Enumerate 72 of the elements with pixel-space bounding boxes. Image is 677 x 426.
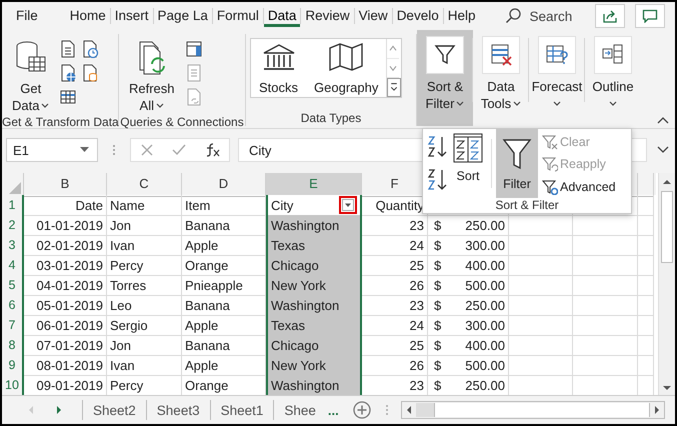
table-cell: 05-01-2019 <box>36 298 103 312</box>
table-cell: 24 <box>410 238 424 252</box>
table-cell: Date <box>76 198 103 212</box>
table-cell: 500.00 <box>465 358 505 372</box>
table-cell: Banana <box>185 338 230 352</box>
table-cell: 26 <box>410 358 424 372</box>
table-cell: 09-01-2019 <box>36 378 103 392</box>
table-cell: Ivan <box>110 238 135 252</box>
table-cell: 04-01-2019 <box>36 278 103 292</box>
table-cell: 250.00 <box>465 298 505 312</box>
table-cell: Washington <box>271 218 340 232</box>
table-cell: 300.00 <box>465 318 505 332</box>
table-cell: Washington <box>271 298 340 312</box>
table-cell: 25 <box>410 338 424 352</box>
table-cell: 500.00 <box>465 278 505 292</box>
table-cell: 300.00 <box>465 238 505 252</box>
table-cell: 24 <box>410 318 424 332</box>
table-cell: Ivan <box>110 358 135 372</box>
table-cell: Banana <box>185 298 230 312</box>
group-label: Get & Transform Data <box>2 114 118 130</box>
table-cell: Percy <box>110 378 144 392</box>
currency-symbol: $ <box>434 298 442 312</box>
table-cell: 03-01-2019 <box>36 258 103 272</box>
table-cell: Name <box>110 198 145 212</box>
table-cell: Jon <box>110 218 131 232</box>
group-label: Sort & Filter <box>495 198 559 213</box>
table-cell: Orange <box>185 258 228 272</box>
table-cell: Jon <box>110 338 131 352</box>
table-cell: Orange <box>185 378 228 392</box>
table-cell: 01-01-2019 <box>36 218 103 232</box>
table-cell: 400.00 <box>465 258 505 272</box>
table-cell: 250.00 <box>465 218 505 232</box>
table-cell: 02-01-2019 <box>36 238 103 252</box>
table-cell: 23 <box>410 218 424 232</box>
table-cell: Chicago <box>271 338 319 352</box>
table-cell: 23 <box>410 298 424 312</box>
table-cell: New York <box>271 278 326 292</box>
table-cell: Pnieapple <box>185 278 243 292</box>
table-cell: Banana <box>185 218 230 232</box>
table-cell: Texas <box>271 318 305 332</box>
group-label: Data Types <box>300 110 362 126</box>
currency-symbol: $ <box>434 358 442 372</box>
currency-symbol: $ <box>434 318 442 332</box>
table-cell: Torres <box>110 278 146 292</box>
table-cell: Texas <box>271 238 305 252</box>
table-cell: Percy <box>110 258 144 272</box>
table-cell: New York <box>271 358 326 372</box>
currency-symbol: $ <box>434 238 442 252</box>
table-cell: 25 <box>410 258 424 272</box>
currency-symbol: $ <box>434 258 442 272</box>
currency-symbol: $ <box>434 378 442 392</box>
table-cell: Apple <box>185 318 218 332</box>
table-cell: 400.00 <box>465 338 505 352</box>
table-cell: 23 <box>410 378 424 392</box>
table-cell: Sergio <box>110 318 148 332</box>
currency-symbol: $ <box>434 278 442 292</box>
table-cell: City <box>271 198 294 212</box>
table-cell: Washington <box>271 378 340 392</box>
table-cell: 07-01-2019 <box>36 338 103 352</box>
table-cell: Apple <box>185 238 218 252</box>
currency-symbol: $ <box>434 218 442 232</box>
group-label: Queries & Connections <box>119 114 245 130</box>
table-cell: Chicago <box>271 258 319 272</box>
table-cell: 250.00 <box>465 378 505 392</box>
table-cell: 08-01-2019 <box>36 358 103 372</box>
table-cell: Quantity <box>376 198 424 212</box>
table-cell: Leo <box>110 298 132 312</box>
table-cell: 06-01-2019 <box>36 318 103 332</box>
table-cell: 26 <box>410 278 424 292</box>
currency-symbol: $ <box>434 338 442 352</box>
table-cell: Item <box>185 198 210 212</box>
table-cell: Apple <box>185 358 218 372</box>
